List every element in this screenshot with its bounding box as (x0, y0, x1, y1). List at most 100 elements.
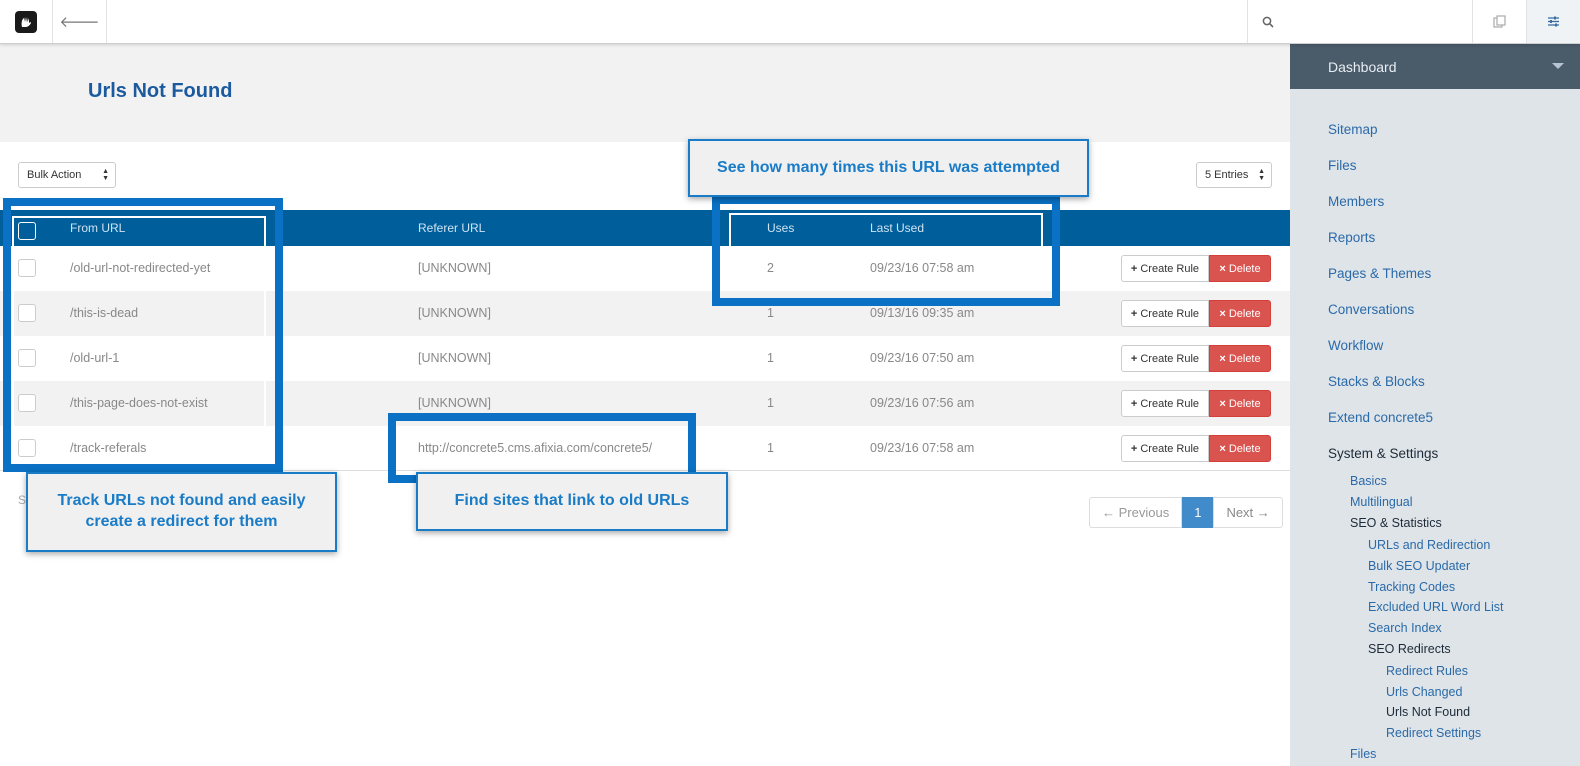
sidebar-item-files-settings[interactable]: Files (1350, 747, 1376, 761)
track-callout: Track URLs not found and easily create a… (26, 472, 337, 552)
col-referer-url[interactable]: Referer URL (418, 221, 485, 235)
delete-label: Delete (1228, 442, 1261, 455)
create-rule-label: Create Rule (1140, 442, 1200, 455)
last-used-cell: 09/23/16 07:56 am (870, 396, 975, 410)
previous-page-button[interactable]: ← Previous (1089, 497, 1183, 528)
last-used-cell: 09/13/16 09:35 am (870, 306, 975, 320)
delete-label: Delete (1228, 262, 1261, 275)
sidebar-item-seo-statistics[interactable]: SEO & Statistics (1350, 516, 1442, 530)
referer-cell: [UNKNOWN] (418, 396, 491, 410)
create-rule-label: Create Rule (1140, 397, 1200, 410)
uses-cell: 1 (767, 396, 774, 410)
sidebar-item-urls-redirection[interactable]: URLs and Redirection (1368, 538, 1490, 552)
create-rule-button[interactable]: + Create Rule (1121, 390, 1209, 417)
sidebar-item-stacks-blocks[interactable]: Stacks & Blocks (1328, 374, 1425, 389)
sidebar-item-files[interactable]: Files (1328, 158, 1357, 173)
entries-select[interactable]: 5 Entries ▲ ▼ (1196, 162, 1272, 188)
uses-cell: 1 (767, 351, 774, 365)
sidebar-item-conversations[interactable]: Conversations (1328, 302, 1414, 317)
dashboard-settings-button[interactable] (1526, 0, 1580, 43)
plus-icon: + (1130, 307, 1138, 320)
last-used-cell: 09/23/16 07:58 am (870, 441, 975, 455)
caret-down-icon (1552, 63, 1564, 69)
sidebar-item-tracking-codes[interactable]: Tracking Codes (1368, 580, 1455, 594)
create-rule-button[interactable]: + Create Rule (1121, 435, 1209, 462)
highlight-inner-border (12, 216, 266, 464)
sidebar-item-workflow[interactable]: Workflow (1328, 338, 1383, 353)
plus-icon: + (1130, 397, 1138, 410)
sidebar-item-search-index[interactable]: Search Index (1368, 621, 1442, 635)
sidebar-item-excluded-words[interactable]: Excluded URL Word List (1368, 600, 1503, 614)
delete-label: Delete (1228, 307, 1261, 320)
select-arrows-icon: ▲ ▼ (1258, 168, 1265, 182)
delete-button[interactable]: × Delete (1209, 345, 1271, 372)
delete-button[interactable]: × Delete (1209, 435, 1271, 462)
back-button[interactable]: 🡐 (53, 0, 107, 43)
delete-button[interactable]: × Delete (1209, 255, 1271, 282)
sidebar-item-pages-themes[interactable]: Pages & Themes (1328, 266, 1431, 281)
sidebar-item-reports[interactable]: Reports (1328, 230, 1375, 245)
sidebar-item-bulk-seo[interactable]: Bulk SEO Updater (1368, 559, 1470, 573)
uses-cell: 1 (767, 306, 774, 320)
from-url-highlight (3, 198, 283, 472)
close-icon: × (1219, 352, 1226, 365)
bulk-action-label: Bulk Action (27, 169, 82, 181)
concrete5-logo-icon (15, 10, 37, 33)
referer-callout: Find sites that link to old URLs (416, 472, 728, 531)
sidebar-item-urls-not-found[interactable]: Urls Not Found (1386, 705, 1470, 719)
entries-label: 5 Entries (1205, 169, 1249, 181)
last-used-cell: 09/23/16 07:50 am (870, 351, 975, 365)
dashboard-sidebar: Dashboard Sitemap Files Members Reports … (1290, 44, 1580, 766)
bulk-action-select[interactable]: Bulk Action ▲ ▼ (18, 162, 116, 188)
close-icon: × (1219, 307, 1226, 320)
delete-label: Delete (1228, 352, 1261, 365)
arrow-left-icon: 🡐 (59, 14, 100, 31)
delete-label: Delete (1228, 397, 1261, 410)
create-rule-label: Create Rule (1140, 352, 1200, 365)
create-rule-button[interactable]: + Create Rule (1121, 300, 1209, 327)
logo-button[interactable] (0, 0, 53, 43)
multilingual-button[interactable] (1472, 0, 1526, 43)
select-arrows-icon: ▲ ▼ (102, 168, 109, 182)
delete-button[interactable]: × Delete (1209, 390, 1271, 417)
highlight-inner-border (729, 213, 1043, 291)
close-icon: × (1219, 442, 1226, 455)
sidebar-item-seo-redirects[interactable]: SEO Redirects (1368, 642, 1451, 656)
sidebar-item-redirect-rules[interactable]: Redirect Rules (1386, 664, 1468, 678)
sidebar-item-urls-changed[interactable]: Urls Changed (1386, 685, 1462, 699)
referer-cell: [UNKNOWN] (418, 306, 491, 320)
create-rule-button[interactable]: + Create Rule (1121, 345, 1209, 372)
current-page-button[interactable]: 1 (1182, 497, 1214, 528)
sliders-icon (1548, 16, 1559, 27)
pagination: ← Previous 1 Next → (1089, 497, 1283, 528)
next-page-button[interactable]: Next → (1213, 497, 1283, 528)
copy-icon (1493, 15, 1506, 28)
uses-cell: 1 (767, 441, 774, 455)
create-rule-label: Create Rule (1140, 262, 1200, 275)
plus-icon: + (1130, 352, 1138, 365)
sidebar-item-sitemap[interactable]: Sitemap (1328, 122, 1378, 137)
sidebar-item-members[interactable]: Members (1328, 194, 1384, 209)
sidebar-item-system-settings[interactable]: System & Settings (1328, 446, 1438, 461)
close-icon: × (1219, 397, 1226, 410)
dashboard-menu-header[interactable]: Dashboard (1290, 44, 1580, 89)
top-toolbar: 🡐 (0, 0, 1580, 44)
close-icon: × (1219, 262, 1226, 275)
uses-highlight (712, 196, 1060, 306)
create-rule-label: Create Rule (1140, 307, 1200, 320)
dashboard-label: Dashboard (1328, 59, 1397, 75)
uses-callout: See how many times this URL was attempte… (688, 139, 1089, 197)
results-text: S (18, 493, 27, 507)
highlight-inner-border (405, 431, 679, 467)
delete-button[interactable]: × Delete (1209, 300, 1271, 327)
create-rule-button[interactable]: + Create Rule (1121, 255, 1209, 282)
sidebar-item-extend[interactable]: Extend concrete5 (1328, 410, 1433, 425)
sidebar-item-basics[interactable]: Basics (1350, 474, 1387, 488)
plus-icon: + (1130, 442, 1138, 455)
referer-cell: [UNKNOWN] (418, 261, 491, 275)
sidebar-item-redirect-settings[interactable]: Redirect Settings (1386, 726, 1481, 740)
plus-icon: + (1130, 262, 1138, 275)
sidebar-item-multilingual[interactable]: Multilingual (1350, 495, 1413, 509)
search-icon (1262, 16, 1274, 28)
search-button[interactable] (1247, 0, 1472, 43)
